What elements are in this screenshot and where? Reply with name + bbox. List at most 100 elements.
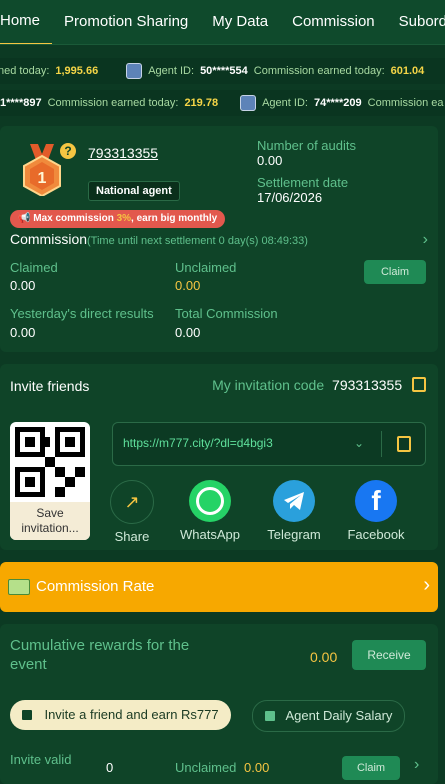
ticker-label: Agent ID:: [148, 65, 195, 77]
ticker-item: ned today: 1,995.66: [0, 65, 98, 77]
ticker-label: Agent ID:: [262, 97, 308, 109]
yesterday-label: Yesterday's direct results: [10, 306, 154, 321]
divider: [381, 431, 382, 457]
money-icon: [8, 579, 30, 595]
max-banner-text: Max commission: [33, 213, 117, 224]
invitation-code: 793313355: [332, 377, 403, 393]
agent-badge-icon: [240, 95, 257, 111]
ticker-label: Commission ea: [367, 97, 444, 109]
chevron-right-icon: ›: [422, 231, 428, 248]
ticker-item: 1****897 Commission earned today: 219.78: [0, 97, 218, 109]
invite-title: Invite friends: [10, 378, 90, 394]
rank-badge: National agent: [88, 181, 180, 201]
ticker-value: 601.04: [390, 65, 425, 77]
chevron-right-icon: ›: [423, 574, 430, 596]
telegram-label: Telegram: [267, 527, 321, 542]
share-label: Share: [114, 529, 150, 544]
invite-friend-pill[interactable]: Invite a friend and earn Rs777: [10, 700, 231, 730]
settlement-label: Settlement date: [257, 175, 349, 190]
ticker-item: Agent ID: 50****554 Commission earned to…: [126, 63, 424, 79]
telegram-option[interactable]: Telegram: [262, 480, 326, 542]
whatsapp-icon: [189, 480, 231, 522]
tab-commission[interactable]: Commission: [280, 0, 387, 44]
chevron-right-icon: ›: [414, 756, 420, 773]
gift-icon: [22, 710, 32, 720]
tab-subordinate[interactable]: Subordinate: [387, 0, 445, 44]
ticker-value: 219.78: [184, 97, 219, 109]
invite-link-box[interactable]: https://m777.city/?dl=d4bgi3 ⌄: [112, 422, 426, 466]
qr-poster[interactable]: Save invitation...: [10, 422, 90, 540]
commission-rate-label: Commission Rate: [36, 578, 155, 595]
ticker-item: Agent ID: 74****209 Commission ea: [240, 95, 445, 111]
whatsapp-label: WhatsApp: [180, 527, 240, 542]
claim-button[interactable]: Claim: [364, 260, 426, 284]
facebook-option[interactable]: f Facebook: [344, 480, 408, 542]
commission-title: Commission: [10, 231, 88, 247]
ticker-agent-id: 74****209: [313, 97, 362, 109]
level-number: 1: [37, 170, 47, 187]
claimed-label: Claimed: [10, 260, 58, 275]
max-banner-text: , earn big monthly: [131, 213, 218, 224]
ticker-label: Commission earned today:: [253, 65, 385, 77]
settlement-date: 17/06/2026: [257, 190, 323, 205]
invite-valid-label: Invite valid: [10, 752, 72, 767]
settlement-timer: (Time until next settlement 0 day(s) 08:…: [87, 235, 308, 247]
claimed-value: 0.00: [10, 278, 36, 293]
max-commission-banner: 📢 Max commission 3%, earn big monthly: [10, 210, 226, 228]
tab-promotion-sharing[interactable]: Promotion Sharing: [52, 0, 200, 44]
ticker-agent-id: 50****554: [200, 65, 248, 77]
help-icon[interactable]: ?: [60, 143, 76, 159]
commission-header[interactable]: Commission(Time until next settlement 0 …: [10, 231, 428, 251]
event-card: Cumulative rewards for the event 0.00 Re…: [0, 624, 438, 784]
max-banner-percent: 3%: [116, 213, 132, 224]
agent-daily-salary-label: Agent Daily Salary: [285, 708, 393, 723]
invitation-code-label: My invitation code: [212, 377, 325, 393]
qr-code-icon: [15, 427, 85, 497]
ticker-row-2: 1****897 Commission earned today: 219.78…: [0, 90, 445, 116]
commission-rate-row[interactable]: Commission Rate ›: [0, 562, 438, 612]
event-unclaimed-label: Unclaimed: [175, 760, 237, 775]
facebook-label: Facebook: [347, 527, 405, 542]
yesterday-value: 0.00: [10, 325, 36, 340]
gift-icon: [265, 711, 275, 721]
agent-daily-salary-pill[interactable]: Agent Daily Salary: [252, 700, 406, 732]
tab-my-data[interactable]: My Data: [200, 0, 280, 44]
share-icon: ↗: [110, 480, 154, 524]
receive-button[interactable]: Receive: [352, 640, 426, 670]
ticker-row-1: ned today: 1,995.66 Agent ID: 50****554 …: [0, 58, 445, 84]
event-unclaimed-value: 0.00: [244, 760, 270, 775]
profile-commission-card: 1 ? 793313355 National agent Number of a…: [0, 126, 438, 352]
ticker-value: 1,995.66: [55, 65, 99, 77]
tab-home[interactable]: Home: [0, 0, 53, 44]
copy-icon[interactable]: [397, 436, 411, 452]
ticker-label: ned today:: [0, 65, 50, 77]
total-commission-value: 0.00: [175, 325, 201, 340]
chevron-down-icon[interactable]: ⌄: [354, 436, 364, 450]
invite-link: https://m777.city/?dl=d4bgi3: [123, 436, 273, 450]
whatsapp-option[interactable]: WhatsApp: [178, 480, 242, 542]
audits-value: 0.00: [257, 153, 283, 168]
event-claim-button[interactable]: Claim: [342, 756, 400, 780]
unclaimed-value: 0.00: [175, 278, 201, 293]
level-medal-icon: 1: [20, 144, 64, 198]
user-id-link[interactable]: 793313355: [88, 145, 158, 161]
event-reward-value: 0.00: [310, 649, 338, 665]
audits-label: Number of audits: [257, 138, 356, 153]
megaphone-icon: 📢: [18, 213, 31, 224]
invite-card: Invite friends My invitation code 793313…: [0, 364, 438, 550]
ticker-agent-id: 1****897: [0, 97, 42, 109]
invite-valid-value: 0: [106, 760, 114, 775]
copy-icon[interactable]: [412, 377, 426, 392]
save-invitation-label: Save invitation...: [10, 502, 90, 540]
share-option[interactable]: ↗ Share: [108, 480, 156, 544]
ticker-label: Commission earned today:: [47, 97, 179, 109]
facebook-icon: f: [355, 480, 397, 522]
invitation-code-row: My invitation code 793313355: [212, 377, 426, 393]
tab-bar: Home Promotion Sharing My Data Commissio…: [0, 0, 445, 45]
telegram-icon: [273, 480, 315, 522]
total-commission-label: Total Commission: [175, 306, 278, 321]
agent-badge-icon: [126, 63, 143, 79]
event-title: Cumulative rewards for the event: [10, 637, 190, 673]
invite-friend-pill-label: Invite a friend and earn Rs777: [44, 707, 219, 722]
unclaimed-label: Unclaimed: [175, 260, 237, 275]
